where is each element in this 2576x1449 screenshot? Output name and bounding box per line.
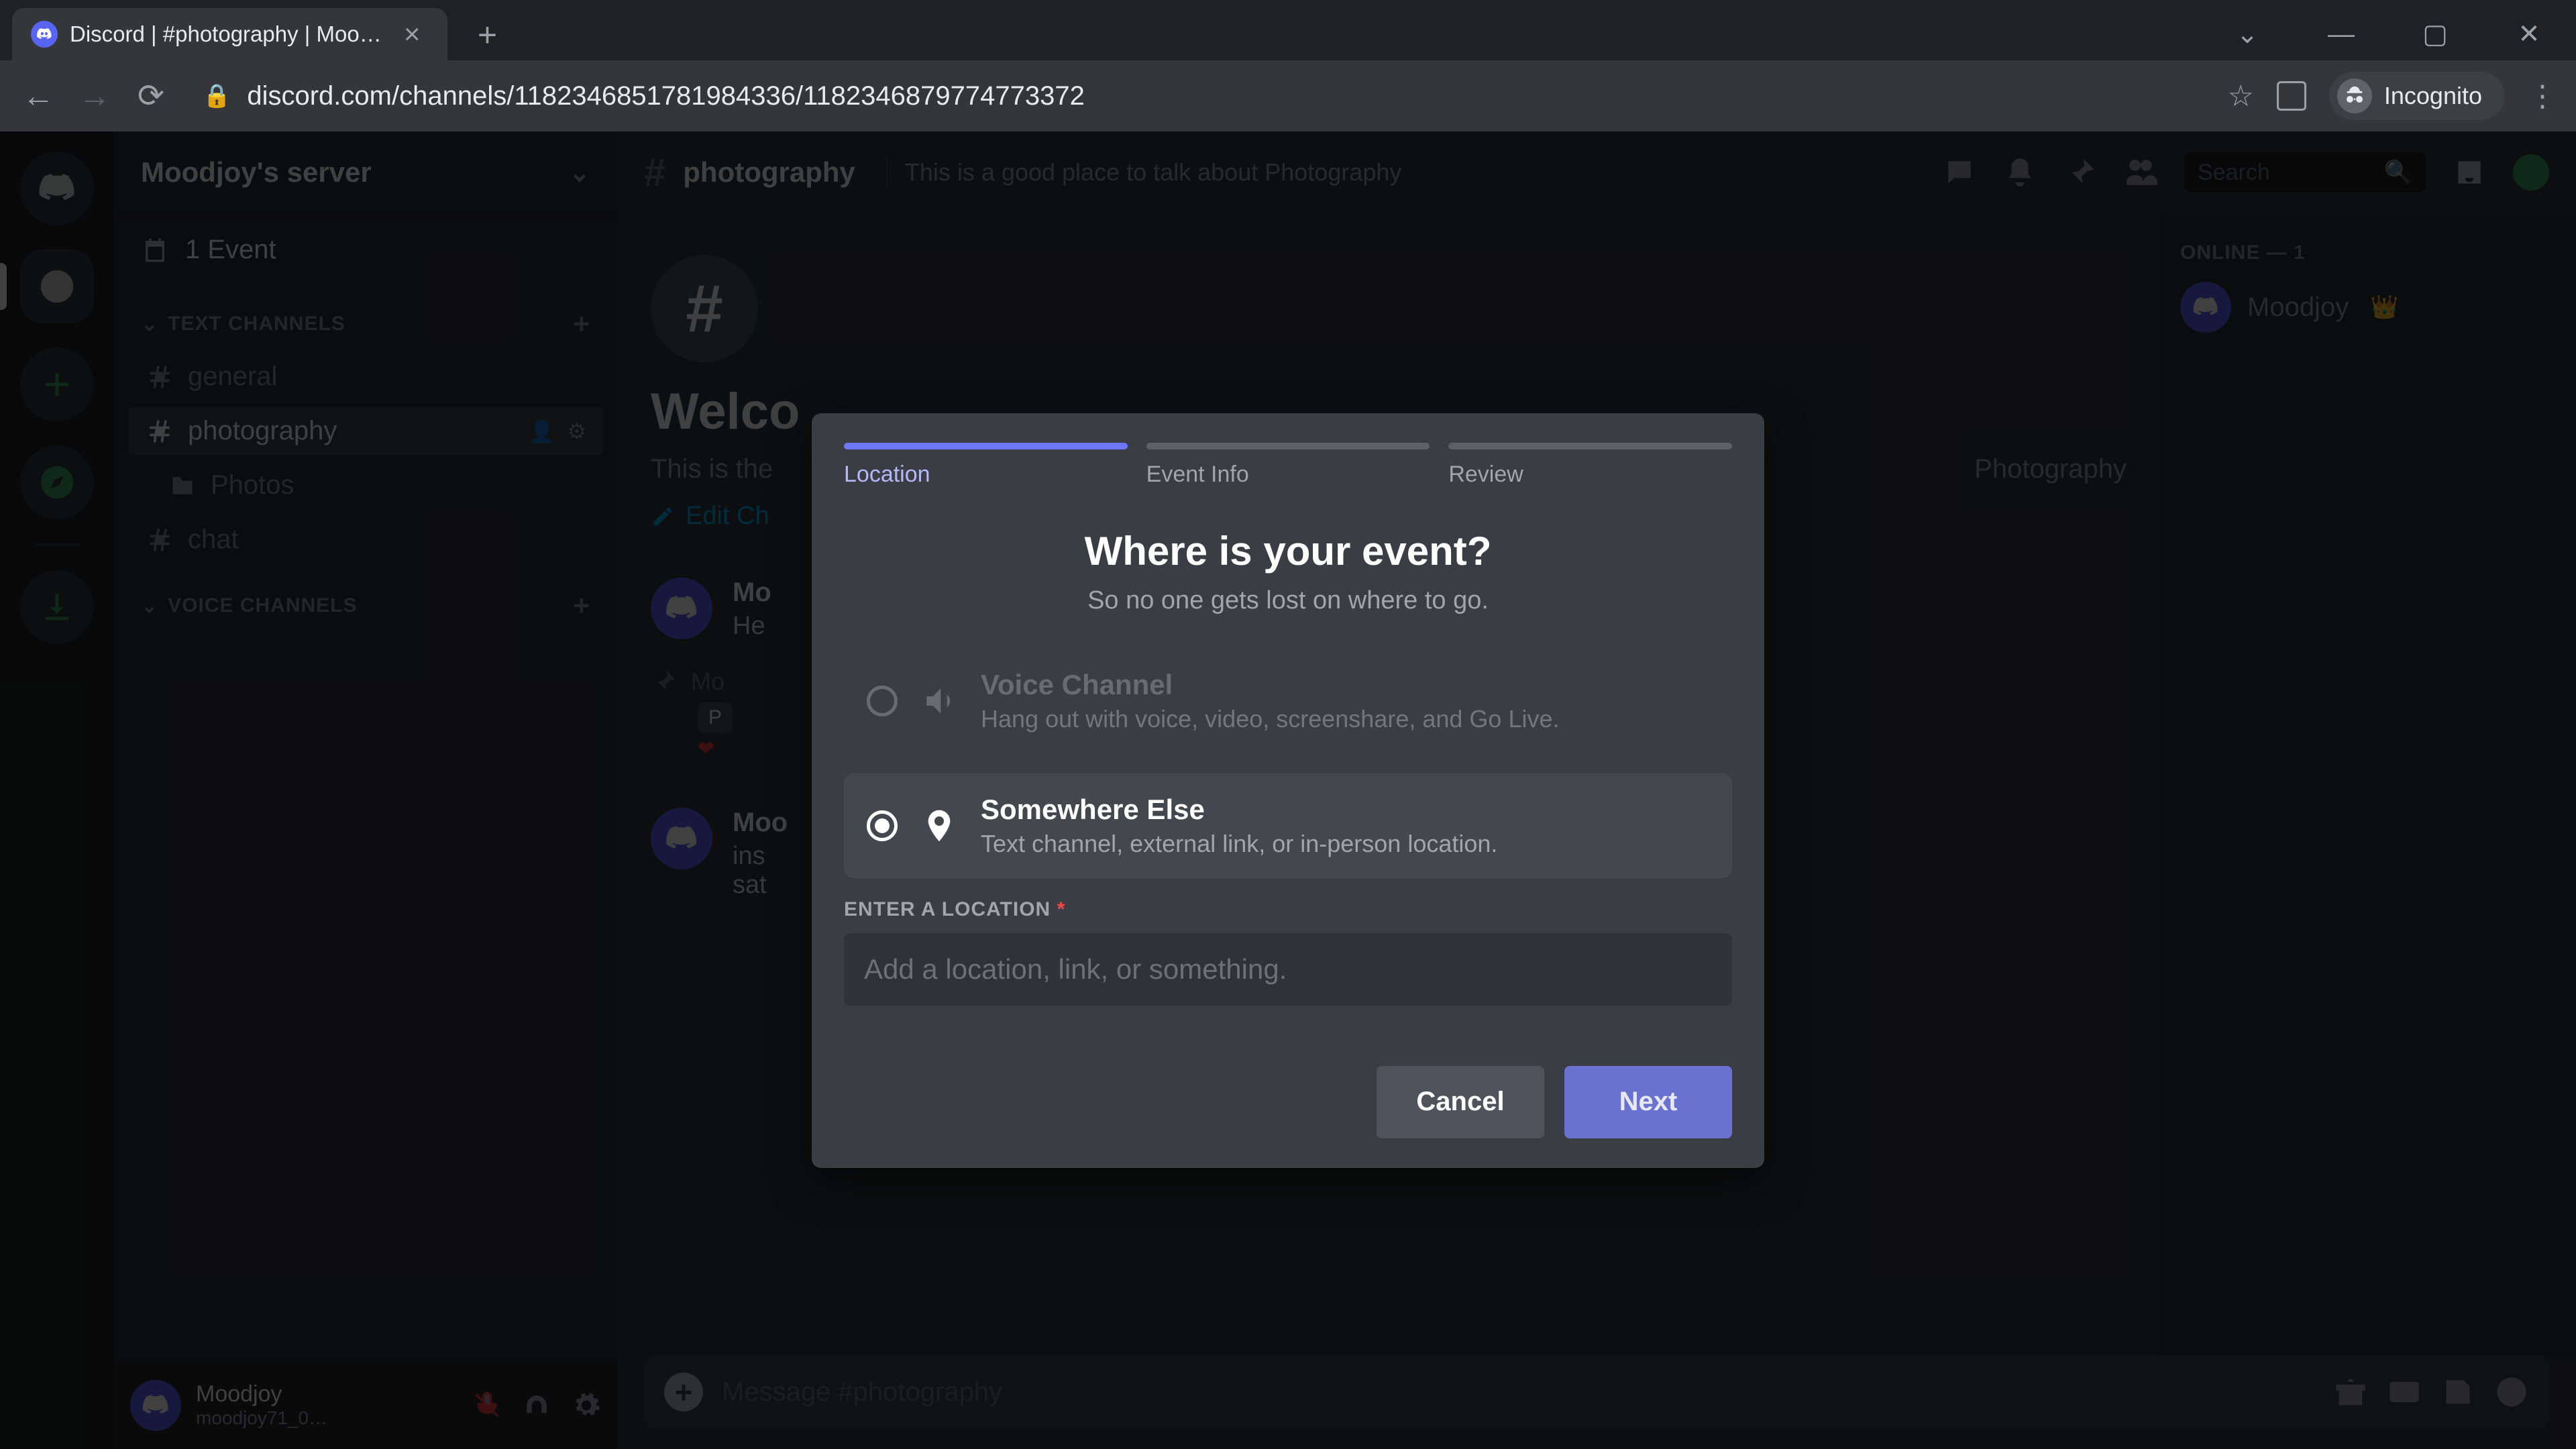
- discord-favicon: [31, 21, 58, 48]
- modal-subtitle: So no one gets lost on where to go.: [812, 586, 1764, 615]
- next-button[interactable]: Next: [1564, 1066, 1732, 1138]
- option-voice-channel[interactable]: Voice Channel Hang out with voice, video…: [844, 649, 1732, 753]
- lock-icon: 🔒: [203, 83, 231, 109]
- option-desc: Text channel, external link, or in-perso…: [981, 830, 1497, 858]
- required-asterisk: *: [1057, 898, 1066, 920]
- kebab-menu-icon[interactable]: ⋮: [2528, 79, 2556, 113]
- step-location: Location: [844, 443, 1128, 488]
- bookmark-star-icon[interactable]: ☆: [2227, 79, 2253, 113]
- location-label: ENTER A LOCATION *: [844, 898, 1065, 920]
- option-title: Voice Channel: [981, 669, 1560, 701]
- url-text: discord.com/channels/1182346851781984336…: [247, 81, 1085, 111]
- speaker-icon: [920, 682, 958, 720]
- modal-title: Where is your event?: [812, 528, 1764, 574]
- close-tab-icon[interactable]: ×: [404, 20, 421, 48]
- address-bar[interactable]: 🔒 discord.com/channels/11823468517819843…: [189, 81, 2207, 111]
- browser-tab-title: Discord | #photography | Mood…: [70, 21, 392, 47]
- radio-unchecked[interactable]: [867, 686, 898, 716]
- option-title: Somewhere Else: [981, 794, 1497, 826]
- modal-overlay[interactable]: Location Event Info Review Where is your…: [0, 131, 2576, 1449]
- location-input[interactable]: [844, 933, 1732, 1006]
- step-event-info: Event Info: [1146, 443, 1430, 488]
- extensions-icon[interactable]: [2277, 81, 2306, 111]
- step-label: Event Info: [1146, 462, 1430, 488]
- incognito-label: Incognito: [2384, 82, 2482, 110]
- step-label: Review: [1448, 462, 1732, 488]
- browser-titlebar: Discord | #photography | Mood… × + ⌄ — ▢…: [0, 0, 2576, 60]
- new-tab-button[interactable]: +: [468, 15, 508, 55]
- minimize-button[interactable]: —: [2321, 19, 2361, 50]
- browser-toolbar: ← → ⟳ 🔒 discord.com/channels/11823468517…: [0, 60, 2576, 131]
- cancel-button[interactable]: Cancel: [1377, 1066, 1544, 1138]
- step-label: Location: [844, 462, 1128, 488]
- maximize-button[interactable]: ▢: [2415, 19, 2455, 50]
- location-pin-icon: [920, 807, 958, 845]
- option-somewhere-else[interactable]: Somewhere Else Text channel, external li…: [844, 773, 1732, 878]
- modal-steps: Location Event Info Review: [812, 413, 1764, 488]
- browser-tab[interactable]: Discord | #photography | Mood… ×: [12, 8, 447, 60]
- incognito-icon: [2337, 78, 2372, 113]
- step-review: Review: [1448, 443, 1732, 488]
- radio-checked[interactable]: [867, 810, 898, 841]
- back-button[interactable]: ←: [20, 78, 56, 114]
- option-desc: Hang out with voice, video, screenshare,…: [981, 705, 1560, 733]
- caret-down-icon[interactable]: ⌄: [2227, 19, 2267, 50]
- discord-app: Moodjoy's server ⌄ 1 Event ⌄ TEXT CHANNE…: [0, 131, 2576, 1449]
- reload-button[interactable]: ⟳: [133, 78, 169, 114]
- location-field: ENTER A LOCATION *: [844, 898, 1732, 1006]
- location-label-text: ENTER A LOCATION: [844, 898, 1051, 920]
- close-window-button[interactable]: ✕: [2509, 19, 2549, 50]
- window-controls: ⌄ — ▢ ✕: [2227, 8, 2576, 60]
- create-event-modal: Location Event Info Review Where is your…: [812, 413, 1764, 1168]
- forward-button[interactable]: →: [76, 78, 113, 114]
- incognito-chip[interactable]: Incognito: [2329, 72, 2505, 120]
- modal-footer: Cancel Next: [812, 1046, 1764, 1168]
